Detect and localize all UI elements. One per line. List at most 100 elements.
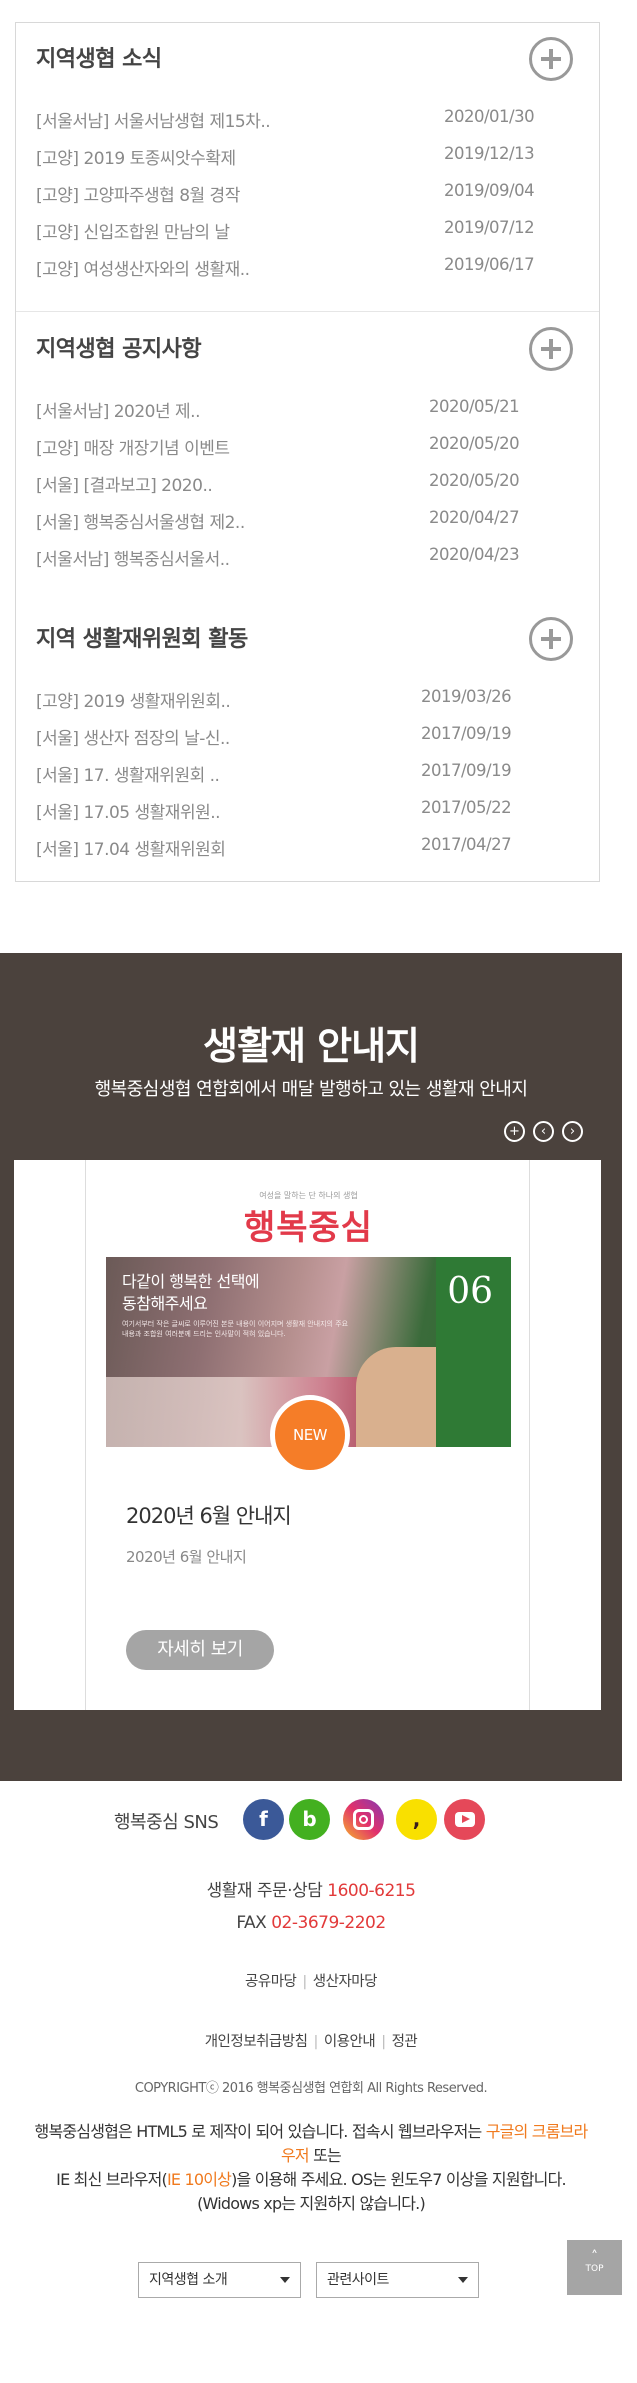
notice-text-a: 행복중심생협은 HTML5 로 제작이 되어 있습니다. 접속시 웹브라우저는 [34,2122,486,2141]
fax-number: 02-3679-2202 [271,1913,386,1933]
list-item[interactable]: [서울서남] 행복중심서울서.. 2020/04/23 [36,545,576,582]
facebook-icon[interactable]: f [243,1799,284,1840]
list-item[interactable]: [서울] 행복중심서울생협 제2.. 2020/04/27 [36,508,576,545]
link-separator: | [313,2034,318,2050]
select-value: 관련사이트 [327,2272,389,2288]
new-badge: NEW [270,1395,350,1475]
item-date: 2019/09/04 [444,181,535,200]
item-title[interactable]: [고양] 신입조합원 만남의 날 [36,218,230,243]
browser-notice: 행복중심생협은 HTML5 로 제작이 되어 있습니다. 접속시 웹브라우저는 … [28,2120,594,2216]
card-title[interactable]: 2020년 6월 안내지 [126,1500,292,1530]
news-list: [서울서남] 2020년 제.. 2020/05/21 [고양] 매장 개장기념 … [36,397,576,582]
item-title[interactable]: [고양] 2019 토종씨앗수확제 [36,144,236,169]
link-separator: | [381,2034,386,2050]
item-date: 2020/05/20 [429,434,520,453]
link-share[interactable]: 공유마당 [245,1974,297,1990]
link-guide[interactable]: 이용안내 [324,2034,376,2050]
list-item[interactable]: [서울] [결과보고] 2020.. 2020/05/20 [36,471,576,508]
item-title[interactable]: [서울] 17. 생활재위원회 .. [36,761,220,786]
regional-coop-select[interactable]: 지역생협 소개 [138,2262,301,2298]
chevron-down-icon [280,2277,290,2283]
chevron-down-icon [458,2277,468,2283]
footer-links-2: 개인정보취급방침 | 이용안내 | 정관 [0,2030,622,2051]
item-date: 2020/05/21 [429,397,520,416]
more-plus-icon[interactable] [529,617,573,661]
more-plus-icon[interactable] [529,37,573,81]
guide-card[interactable]: 여성을 말하는 단 하나의 생협 행복중심 다같이 행복한 선택에 동참해주세요… [85,1160,530,1710]
notice-text-d: IE 최신 브라우저( [56,2170,168,2189]
related-sites-select[interactable]: 관련사이트 [316,2262,479,2298]
notice-ie: IE 10이상 [166,2170,232,2189]
item-title[interactable]: [서울] 생산자 점장의 날-신.. [36,724,230,749]
kakaostory-icon[interactable]: , [396,1799,437,1840]
card-subtitle: 2020년 6월 안내지 [126,1548,247,1566]
link-separator: | [302,1974,307,1990]
item-title[interactable]: [서울서남] 2020년 제.. [36,397,200,422]
regional-news-section: 지역생협 소식 [서울서남] 서울서남생협 제15차.. 2020/01/30 [… [16,23,599,312]
list-item[interactable]: [고양] 2019 생활재위원회.. 2019/03/26 [36,687,576,724]
link-articles[interactable]: 정관 [392,2034,418,2050]
item-title[interactable]: [서울] 17.05 생활재위원.. [36,798,221,823]
news-list: [고양] 2019 생활재위원회.. 2019/03/26 [서울] 생산자 점장… [36,687,576,872]
play-icon[interactable]: + [504,1121,525,1142]
guide-title: 생활재 안내지 [203,1024,420,1068]
item-title[interactable]: [고양] 2019 생활재위원회.. [36,687,231,712]
more-plus-icon[interactable] [529,327,573,371]
news-list: [서울서남] 서울서남생협 제15차.. 2020/01/30 [고양] 2019… [36,107,576,292]
section-title: 지역 생활재위원회 활동 [36,627,248,652]
magazine-headline-line2: 동참해주세요 [122,1294,208,1313]
prev-arrow-icon[interactable]: ‹ [533,1121,554,1142]
list-item[interactable]: [서울서남] 서울서남생협 제15차.. 2020/01/30 [36,107,576,144]
youtube-icon[interactable] [444,1799,485,1840]
item-date: 2019/06/17 [444,255,535,274]
item-date: 2020/04/23 [429,545,520,564]
band-icon[interactable]: b [289,1799,330,1840]
item-title[interactable]: [서울] 행복중심서울생협 제2.. [36,508,245,533]
item-date: 2019/07/12 [444,218,535,237]
list-item[interactable]: [서울] 17. 생활재위원회 .. 2017/09/19 [36,761,576,798]
item-title[interactable]: [서울] 17.04 생활재위원회 [36,835,226,860]
next-arrow-icon[interactable]: › [562,1121,583,1142]
item-title[interactable]: [서울] [결과보고] 2020.. [36,471,213,496]
item-title[interactable]: [고양] 매장 개장기념 이벤트 [36,434,230,459]
link-privacy[interactable]: 개인정보취급방침 [205,2034,308,2050]
magazine-headline: 다같이 행복한 선택에 동참해주세요 [122,1271,260,1315]
section-title: 지역생협 공지사항 [36,337,202,362]
magazine-body-text: 여기서부터 작은 글씨로 이루어진 본문 내용이 이어지며 생활재 안내지의 주… [122,1320,349,1338]
guide-slider: 여성을 말하는 단 하나의 생협 행복중심 다같이 행복한 선택에 동참해주세요… [14,1160,601,1710]
item-date: 2017/04/27 [421,835,512,854]
item-title[interactable]: [고양] 여성생산자와의 생활재.. [36,255,250,280]
top-label: TOP [585,2264,604,2274]
instagram-icon[interactable] [343,1799,384,1840]
item-title[interactable]: [서울서남] 서울서남생협 제15차.. [36,107,271,132]
order-label: 생활재 주문·상담 [206,1881,323,1901]
guide-subtitle: 행복중심생협 연합회에서 매달 발행하고 있는 생활재 안내지 [94,1079,528,1100]
magazine-issue-number: 06 [447,1271,493,1312]
detail-button[interactable]: 자세히 보기 [126,1630,274,1670]
item-date: 2017/09/19 [421,724,512,743]
regional-notice-section: 지역생협 공지사항 [서울서남] 2020년 제.. 2020/05/21 [고양… [16,313,599,603]
list-item[interactable]: [고양] 여성생산자와의 생활재.. 2019/06/17 [36,255,576,292]
list-item[interactable]: [서울서남] 2020년 제.. 2020/05/21 [36,397,576,434]
item-title[interactable]: [고양] 고양파주생협 8월 경작 [36,181,240,206]
footer-links-1: 공유마당 | 생산자마당 [0,1970,622,1991]
list-item[interactable]: [서울] 17.04 생활재위원회 2017/04/27 [36,835,576,872]
list-item[interactable]: [고양] 2019 토종씨앗수확제 2019/12/13 [36,144,576,181]
list-item[interactable]: [고양] 매장 개장기념 이벤트 2020/05/20 [36,434,576,471]
list-item[interactable]: [서울] 생산자 점장의 날-신.. 2017/09/19 [36,724,576,761]
item-date: 2017/09/19 [421,761,512,780]
copyright: COPYRIGHTⓒ 2016 행복중심생협 연합회 All Rights Re… [134,2081,488,2096]
item-title[interactable]: [서울서남] 행복중심서울서.. [36,545,230,570]
list-item[interactable]: [서울] 17.05 생활재위원.. 2017/05/22 [36,798,576,835]
list-item[interactable]: [고양] 신입조합원 만남의 날 2019/07/12 [36,218,576,255]
item-date: 2020/05/20 [429,471,520,490]
news-box: 지역생협 소식 [서울서남] 서울서남생협 제15차.. 2020/01/30 [… [15,22,600,882]
play-shape [455,1812,475,1827]
link-producer[interactable]: 생산자마당 [313,1974,378,1990]
magazine-headline-line1: 다같이 행복한 선택에 [122,1272,260,1291]
camera-shape [353,1809,374,1830]
item-date: 2019/03/26 [421,687,512,706]
list-item[interactable]: [고양] 고양파주생협 8월 경작 2019/09/04 [36,181,576,218]
order-phone[interactable]: 1600-6215 [327,1881,416,1901]
scroll-top-button[interactable]: ˄ TOP [567,2240,622,2295]
